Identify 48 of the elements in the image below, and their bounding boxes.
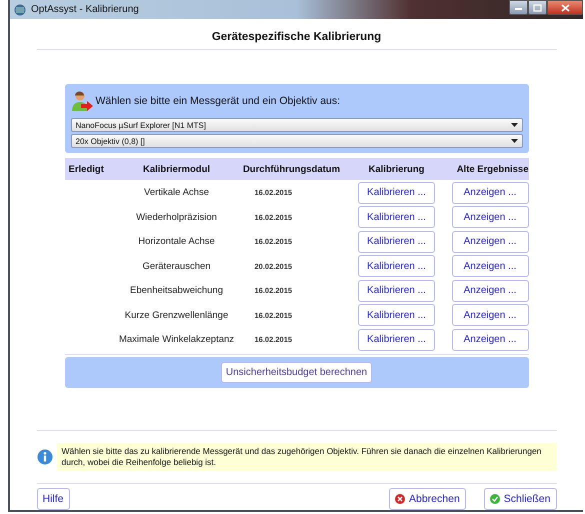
close-dialog-button[interactable]: Schließen	[484, 488, 556, 510]
column-header: Kalibriermodul	[142, 164, 212, 175]
calibrate-button[interactable]: Kalibrieren ...	[358, 255, 435, 278]
module-name: Vertikale Achse	[143, 187, 210, 198]
close-icon	[560, 4, 570, 12]
show-results-button[interactable]: Anzeigen ...	[452, 328, 528, 351]
module-name: Ebenheitsabweichung	[129, 285, 224, 296]
help-button[interactable]: Hilfe	[36, 488, 70, 510]
user-arrow-icon	[70, 90, 92, 112]
show-results-button[interactable]: Anzeigen ...	[452, 206, 528, 228]
minimize-button[interactable]	[509, 0, 528, 15]
column-header: Erledigt	[68, 164, 105, 175]
module-name: Kurze Grenzwellenlänge	[124, 310, 230, 321]
show-results-button[interactable]: Anzeigen ...	[452, 304, 528, 326]
calibrate-button[interactable]: Kalibrieren ...	[358, 182, 435, 204]
cancel-button[interactable]: Abbrechen	[389, 488, 466, 510]
close-button[interactable]	[547, 0, 583, 15]
app-icon	[14, 4, 26, 16]
window-title: OptAssyst - Kalibrierung	[31, 4, 139, 16]
maximize-button[interactable]	[528, 0, 547, 15]
info-icon	[36, 448, 52, 465]
calibrate-button[interactable]: Kalibrieren ...	[358, 328, 435, 351]
module-name: Geräterauschen	[141, 260, 212, 272]
objective-dropdown[interactable]: 20x Objektiv (0,8) []	[70, 134, 522, 148]
calibrate-button[interactable]: Kalibrieren ...	[358, 230, 435, 253]
calibrate-button[interactable]: Kalibrieren ...	[358, 304, 435, 326]
column-header: Kalibrierung	[368, 164, 426, 175]
budget-button[interactable]: Unsicherheitsbudget berechnen	[220, 362, 372, 383]
info-message: Wählen sie bitte das zu kalibrierende Messgerät und das zugehörigen Objektiv. Führen sie danach die einzelnen Kalibrierungen durch, wobei die Reihenfolge beliebig ist.	[56, 442, 556, 471]
maximize-icon	[533, 4, 542, 12]
dialog-heading: Gerätespezifische Kalibrierung	[210, 31, 382, 46]
show-results-button[interactable]: Anzeigen ...	[452, 182, 528, 204]
module-name: Wiederholpräzision	[135, 212, 218, 223]
device-dropdown[interactable]: NanoFocus µSurf Explorer [N1 MTS]	[70, 118, 522, 132]
module-name: Maximale Winkelakzeptanz	[118, 334, 236, 346]
show-results-button[interactable]: Anzeigen ...	[452, 230, 528, 253]
cancel-icon	[395, 494, 405, 504]
column-header: Alte Ergebnisse	[456, 164, 528, 175]
prompt-label: Wählen sie bitte ein Messgerät und ein Objektiv aus:	[96, 95, 340, 108]
dropdown-arrow-icon	[510, 123, 518, 128]
calibrate-button[interactable]: Kalibrieren ...	[358, 206, 435, 228]
module-name: Horizontale Achse	[137, 236, 216, 248]
calibrate-button[interactable]: Kalibrieren ...	[358, 280, 435, 302]
show-results-button[interactable]: Anzeigen ...	[452, 255, 528, 278]
check-icon	[490, 494, 500, 504]
dropdown-arrow-icon	[510, 139, 518, 144]
column-header: Durchführungsdatum	[242, 164, 342, 175]
show-results-button[interactable]: Anzeigen ...	[452, 280, 528, 302]
